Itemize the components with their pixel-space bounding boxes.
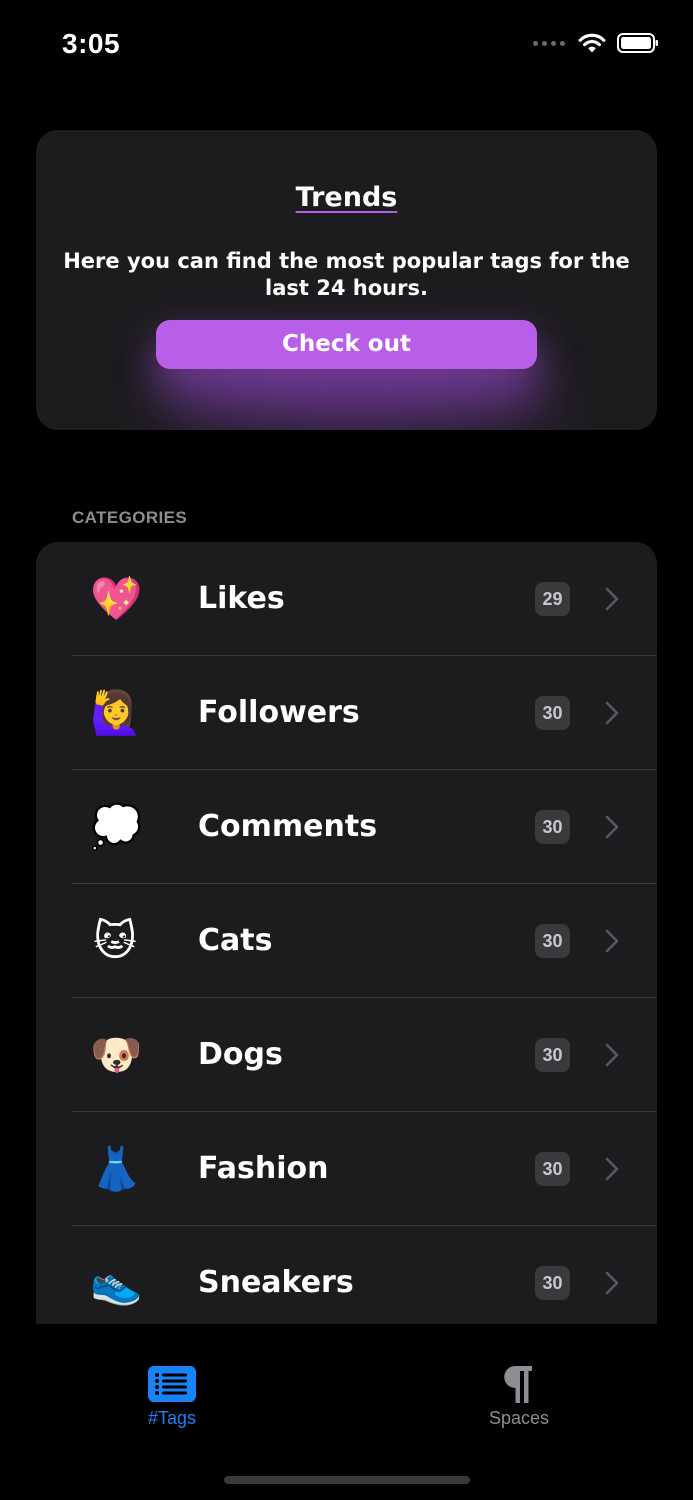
tab-label: Spaces: [488, 1408, 550, 1428]
check-out-button[interactable]: Check out: [156, 320, 537, 369]
category-emoji-icon: 🐶: [90, 1030, 143, 1079]
tab-label: #Tags: [147, 1408, 197, 1428]
count-badge: 30: [535, 1152, 570, 1186]
pilcrow-icon: [504, 1366, 532, 1403]
trends-description: Here you can find the most popular tags …: [63, 249, 630, 300]
status-bar: 3:05: [0, 0, 693, 90]
status-time: 3:05: [62, 28, 121, 59]
count-badge: 30: [535, 696, 570, 730]
category-row-fashion[interactable]: 👗 Fashion 30: [36, 1112, 657, 1226]
category-label: Sneakers: [198, 1265, 354, 1300]
tab-spaces[interactable]: Spaces: [449, 1364, 589, 1429]
battery-icon: [617, 33, 658, 53]
chevron-right-icon: [605, 815, 619, 839]
button-glow: [156, 368, 556, 428]
trends-title: Trends: [295, 182, 398, 213]
count-badge: 29: [535, 582, 570, 616]
category-list: 💖 Likes 29 🙋‍♀️ Followers 30 💭 Comments 30 🐱 Cats 3…: [36, 542, 657, 1324]
category-row-followers[interactable]: 🙋‍♀️ Followers 30: [36, 656, 657, 770]
tab-bar: #Tags Spaces: [0, 1324, 693, 1500]
tab-tags[interactable]: #Tags: [102, 1364, 242, 1429]
chevron-right-icon: [605, 1043, 619, 1067]
category-label: Dogs: [198, 1037, 283, 1072]
category-row-dogs[interactable]: 🐶 Dogs 30: [36, 998, 657, 1112]
category-label: Likes: [198, 581, 285, 616]
count-badge: 30: [535, 1266, 570, 1300]
chevron-right-icon: [605, 1157, 619, 1181]
category-label: Fashion: [198, 1151, 329, 1186]
count-badge: 30: [535, 810, 570, 844]
category-emoji-icon: 🐱: [93, 916, 137, 965]
count-badge: 30: [535, 1038, 570, 1072]
home-indicator: [224, 1476, 470, 1484]
category-emoji-icon: 👟: [90, 1258, 143, 1307]
category-label: Comments: [198, 809, 378, 844]
list-icon: [148, 1366, 196, 1402]
chevron-right-icon: [605, 929, 619, 953]
status-indicators: [533, 32, 659, 54]
chevron-right-icon: [605, 587, 619, 611]
category-emoji-icon: 💭: [90, 802, 143, 851]
category-emoji-icon: 💖: [90, 574, 143, 623]
category-emoji-icon: 👗: [90, 1144, 143, 1193]
chevron-right-icon: [605, 1271, 619, 1295]
category-row-comments[interactable]: 💭 Comments 30: [36, 770, 657, 884]
categories-header: CATEGORIES: [72, 508, 188, 527]
category-label: Cats: [198, 923, 273, 958]
category-row-cats[interactable]: 🐱 Cats 30: [36, 884, 657, 998]
category-label: Followers: [198, 695, 360, 730]
chevron-right-icon: [605, 701, 619, 725]
cellular-signal-icon: [533, 40, 565, 46]
category-row-sneakers[interactable]: 👟 Sneakers 30: [36, 1226, 657, 1324]
trends-card: Trends Here you can find the most popula…: [36, 130, 657, 430]
wifi-icon: [578, 33, 606, 53]
category-row-likes[interactable]: 💖 Likes 29: [36, 542, 657, 656]
count-badge: 30: [535, 924, 570, 958]
category-emoji-icon: 🙋‍♀️: [90, 688, 143, 737]
